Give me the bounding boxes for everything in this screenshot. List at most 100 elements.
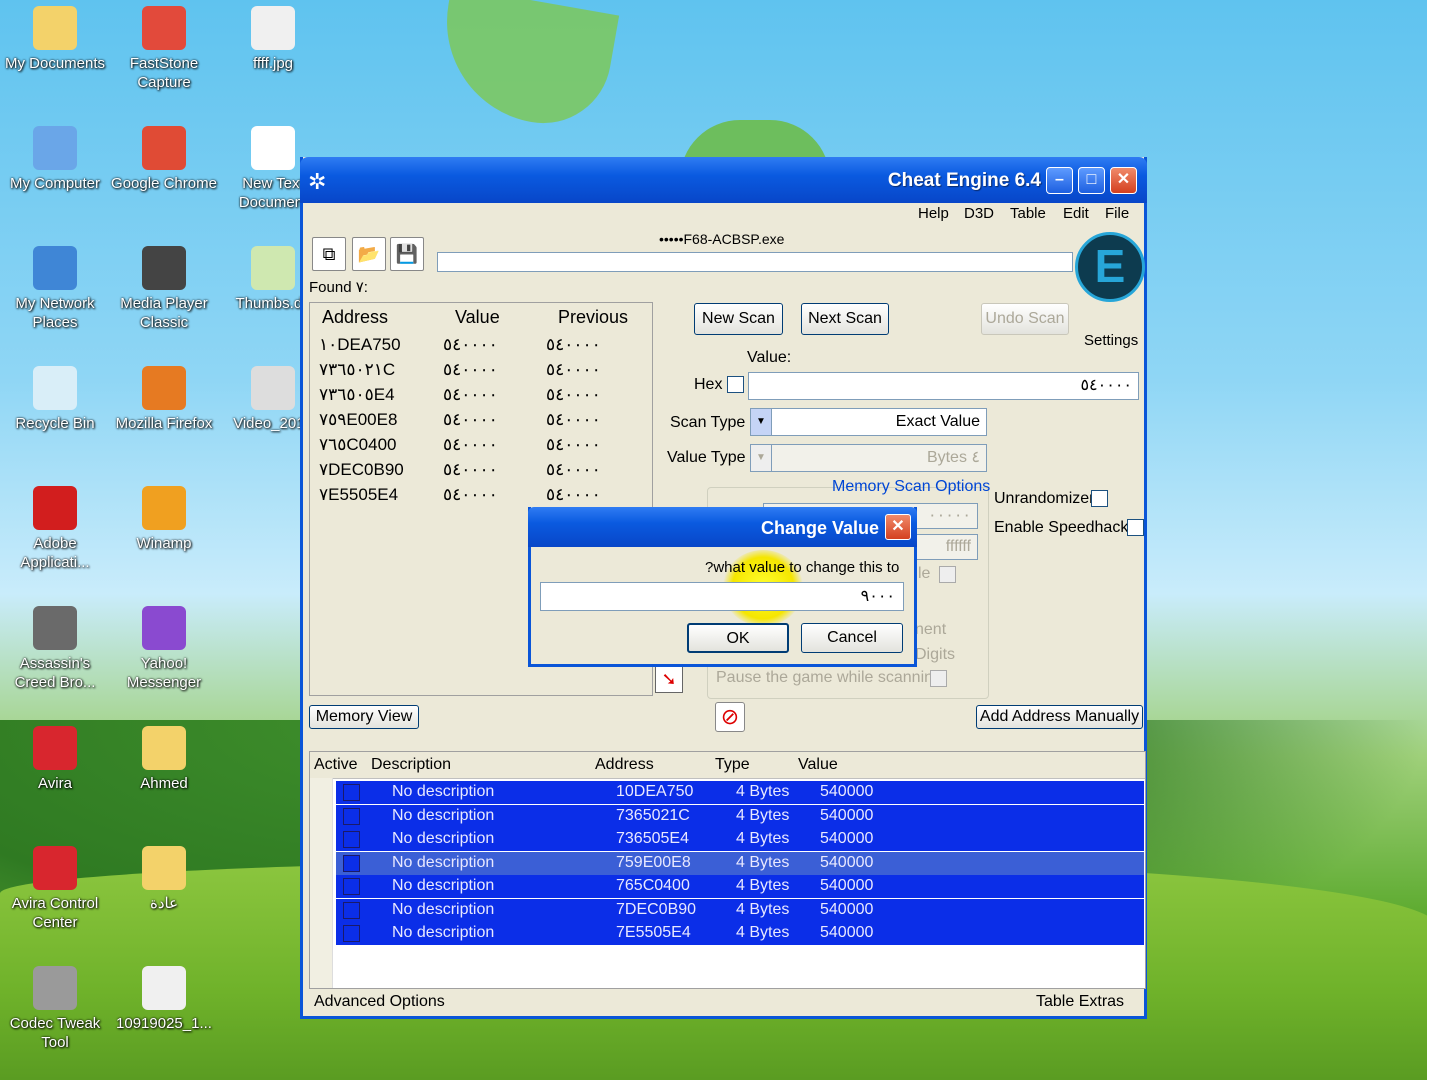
column-active[interactable]: Active xyxy=(314,756,358,774)
result-value[interactable]: ٥٤٠٠٠٠ xyxy=(443,435,498,455)
menu-edit[interactable]: Edit xyxy=(1063,205,1089,227)
result-address[interactable]: ١٠DEA750 xyxy=(319,335,401,355)
table-row[interactable]: No description 7E5505E4 4 Bytes 540000 xyxy=(336,922,1144,945)
column-description[interactable]: Description xyxy=(371,756,451,774)
result-address[interactable]: ٧٣٦٥٠٥E4 xyxy=(319,385,395,405)
column-type[interactable]: Type xyxy=(715,756,750,774)
active-checkbox[interactable] xyxy=(343,784,360,801)
table-row[interactable]: No description 10DEA750 4 Bytes 540000 xyxy=(336,781,1144,804)
title-bar[interactable]: ✲ Cheat Engine 6.4 – □ ✕ xyxy=(300,157,1147,203)
column-address[interactable]: Address xyxy=(595,756,654,774)
result-previous[interactable]: ٥٤٠٠٠٠ xyxy=(546,485,601,505)
result-value[interactable]: ٥٤٠٠٠٠ xyxy=(443,460,498,480)
desktop-icon[interactable]: Avira Control Center xyxy=(0,846,110,932)
add-address-manually-button[interactable]: Add Address Manually xyxy=(976,705,1143,729)
chevron-down-icon[interactable]: ▼ xyxy=(751,409,772,435)
open-file-icon[interactable]: 📂 xyxy=(352,237,386,271)
pause-game-checkbox[interactable] xyxy=(930,670,947,687)
table-scrollbar[interactable] xyxy=(310,778,333,988)
value-type-select[interactable]: ▼ Bytes ٤ xyxy=(750,444,987,472)
minimize-button[interactable]: – xyxy=(1046,167,1073,194)
maximize-button[interactable]: □ xyxy=(1078,167,1105,194)
close-button[interactable]: ✕ xyxy=(1110,167,1137,194)
result-previous[interactable]: ٥٤٠٠٠٠ xyxy=(546,335,601,355)
desktop-icon[interactable]: Winamp xyxy=(109,486,219,553)
settings-label[interactable]: Settings xyxy=(1084,332,1138,349)
speedhack-checkbox[interactable] xyxy=(1127,519,1144,536)
desktop-icon[interactable]: FastStone Capture xyxy=(109,6,219,92)
desktop-icon[interactable]: 10919025_1... xyxy=(109,966,219,1033)
result-value[interactable]: ٥٤٠٠٠٠ xyxy=(443,335,498,355)
next-scan-button[interactable]: Next Scan xyxy=(801,303,889,335)
desktop-icon[interactable]: My Network Places xyxy=(0,246,110,332)
column-address[interactable]: Address xyxy=(322,307,388,328)
select-process-icon[interactable]: ⧉ xyxy=(312,237,346,271)
ok-button[interactable]: OK xyxy=(687,623,789,653)
result-value[interactable]: ٥٤٠٠٠٠ xyxy=(443,385,498,405)
writable-checkbox[interactable] xyxy=(939,566,956,583)
desktop-icon[interactable]: ffff.jpg xyxy=(218,6,328,73)
desktop-icon[interactable]: Google Chrome xyxy=(109,126,219,193)
cheat-engine-logo-icon[interactable]: E xyxy=(1075,232,1145,302)
desktop-icon[interactable]: My Computer xyxy=(0,126,110,193)
active-checkbox[interactable] xyxy=(343,878,360,895)
result-value[interactable]: ٥٤٠٠٠٠ xyxy=(443,360,498,380)
menu-help[interactable]: Help xyxy=(918,205,949,227)
desktop-icon[interactable]: Assassin's Creed Bro... xyxy=(0,606,110,692)
memory-view-button[interactable]: Memory View xyxy=(309,705,419,729)
new-scan-button[interactable]: New Scan xyxy=(694,303,783,335)
column-previous[interactable]: Previous xyxy=(558,307,628,328)
desktop-icon[interactable]: My Documents xyxy=(0,6,110,73)
result-address[interactable]: ٧E5505E4 xyxy=(319,485,398,505)
result-value[interactable]: ٥٤٠٠٠٠ xyxy=(443,410,498,430)
menu-d3d[interactable]: D3D xyxy=(964,205,994,227)
menu-file[interactable]: File xyxy=(1105,205,1129,227)
result-previous[interactable]: ٥٤٠٠٠٠ xyxy=(546,360,601,380)
active-checkbox[interactable] xyxy=(343,901,360,919)
active-checkbox[interactable] xyxy=(343,807,360,825)
desktop-icon[interactable]: عادة xyxy=(109,846,219,913)
new-value-input[interactable]: ٩٠٠٠ xyxy=(540,582,904,611)
close-icon[interactable]: ✕ xyxy=(885,514,911,540)
desktop-icon[interactable]: Codec Tweak Tool xyxy=(0,966,110,1052)
stop-icon[interactable]: ⊘ xyxy=(715,702,745,732)
column-value[interactable]: Value xyxy=(798,756,838,774)
table-row[interactable]: No description 759E00E8 4 Bytes 540000 xyxy=(336,851,1144,875)
desktop-icon[interactable]: Ahmed xyxy=(109,726,219,793)
desktop-icon[interactable]: Mozilla Firefox xyxy=(109,366,219,433)
cheat-engine-app-icon[interactable]: ✲ xyxy=(308,169,326,195)
table-row[interactable]: No description 736505E4 4 Bytes 540000 xyxy=(336,828,1144,851)
active-checkbox[interactable] xyxy=(343,925,360,942)
table-row[interactable]: No description 7DEC0B90 4 Bytes 540000 xyxy=(336,898,1144,922)
scan-type-select[interactable]: ▼ Exact Value xyxy=(750,408,987,436)
table-row[interactable]: No description 765C0400 4 Bytes 540000 xyxy=(336,875,1144,898)
menu-table[interactable]: Table xyxy=(1010,205,1046,227)
result-address[interactable]: ٧٥٩E00E8 xyxy=(319,410,397,430)
result-previous[interactable]: ٥٤٠٠٠٠ xyxy=(546,410,601,430)
desktop-icon[interactable]: Recycle Bin xyxy=(0,366,110,433)
desktop-icon[interactable]: Avira xyxy=(0,726,110,793)
desktop-icon[interactable]: Media Player Classic xyxy=(109,246,219,332)
desktop-icon[interactable]: Adobe Applicati... xyxy=(0,486,110,572)
result-address[interactable]: ٧DEC0B90 xyxy=(319,460,404,480)
result-value[interactable]: ٥٤٠٠٠٠ xyxy=(443,485,498,505)
unrandomizer-checkbox[interactable] xyxy=(1091,490,1108,507)
hex-checkbox[interactable] xyxy=(727,376,744,393)
address-table[interactable]: Active Description Address Type Value No… xyxy=(309,751,1146,989)
cancel-button[interactable]: Cancel xyxy=(801,623,903,653)
result-address[interactable]: ٧٦٥C0400 xyxy=(319,435,397,455)
result-previous[interactable]: ٥٤٠٠٠٠ xyxy=(546,435,601,455)
save-icon[interactable]: 💾 xyxy=(390,237,424,271)
undo-scan-button[interactable]: Undo Scan xyxy=(981,303,1069,335)
result-previous[interactable]: ٥٤٠٠٠٠ xyxy=(546,385,601,405)
active-checkbox[interactable] xyxy=(343,854,360,872)
result-address[interactable]: ٧٣٦٥٠٢١C xyxy=(319,360,395,380)
active-checkbox[interactable] xyxy=(343,831,360,848)
pointer-arrow-icon[interactable]: ➘ xyxy=(655,665,683,693)
chevron-down-icon[interactable]: ▼ xyxy=(751,445,772,471)
advanced-options-label[interactable]: Advanced Options xyxy=(314,993,445,1011)
value-input[interactable]: ٥٤٠٠٠٠ xyxy=(748,372,1139,400)
column-value[interactable]: Value xyxy=(455,307,500,328)
table-extras-label[interactable]: Table Extras xyxy=(1036,993,1124,1011)
dialog-title-bar[interactable]: Change Value ✕ xyxy=(528,507,917,547)
